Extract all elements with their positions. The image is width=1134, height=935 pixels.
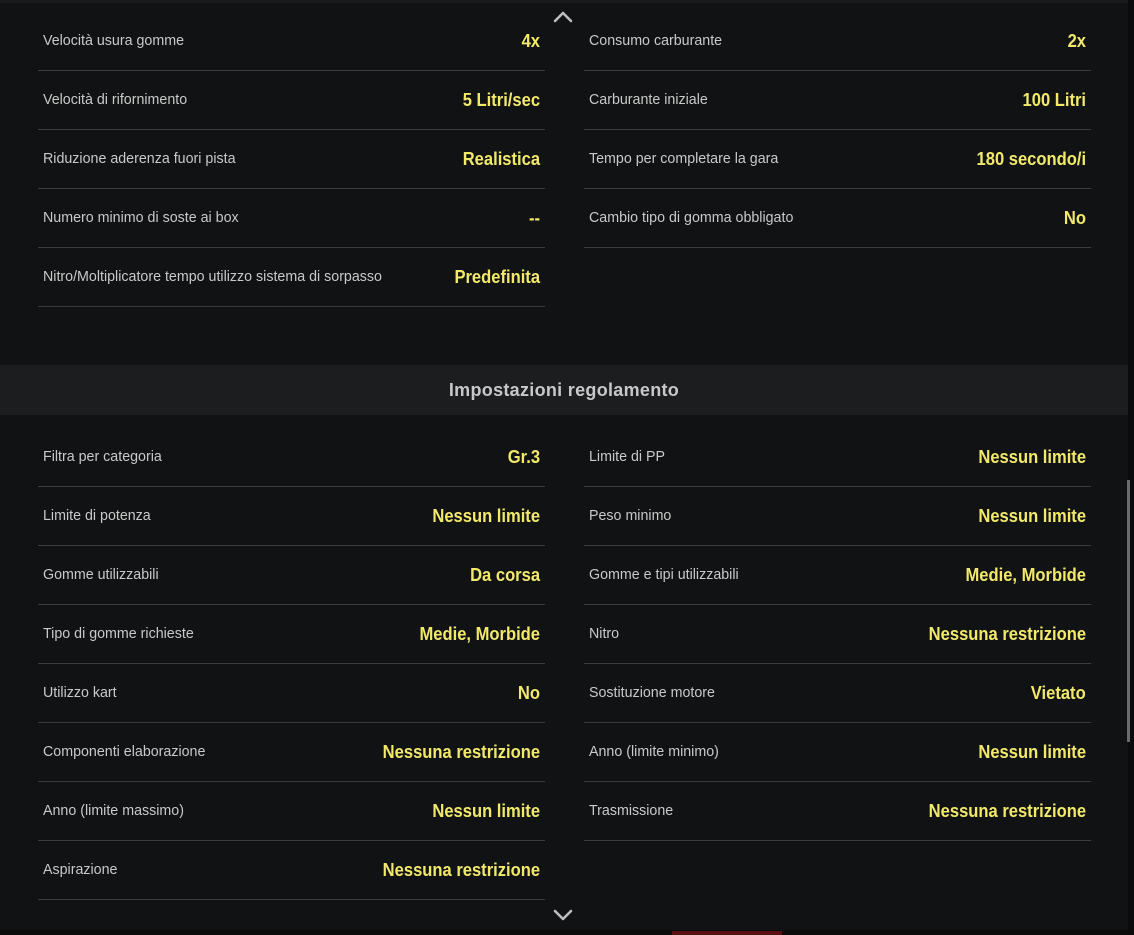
setting-value: Nessuna restrizione xyxy=(928,801,1086,821)
setting-label: Riduzione aderenza fuori pista xyxy=(43,150,236,167)
setting-label: Carburante iniziale xyxy=(589,91,708,108)
setting-value: Nessun limite xyxy=(978,742,1086,762)
setting-row: Tipo di gomme richieste Medie, Morbide xyxy=(38,605,545,664)
setting-row: Filtra per categoria Gr.3 xyxy=(38,428,545,487)
setting-label: Componenti elaborazione xyxy=(43,743,206,760)
setting-row: Limite di potenza Nessun limite xyxy=(38,487,545,546)
setting-label: Gomme e tipi utilizzabili xyxy=(589,566,739,583)
setting-label: Filtra per categoria xyxy=(43,448,162,465)
setting-value: 180 secondo/i xyxy=(976,149,1086,169)
setting-row: Trasmissione Nessuna restrizione xyxy=(584,782,1091,841)
setting-row: Velocità di rifornimento 5 Litri/sec xyxy=(38,71,545,130)
setting-label: Tempo per completare la gara xyxy=(589,150,779,167)
setting-value: Nessun limite xyxy=(432,506,540,526)
setting-value: 100 Litri xyxy=(1022,90,1086,110)
setting-row: Componenti elaborazione Nessuna restrizi… xyxy=(38,723,545,782)
scrollbar[interactable] xyxy=(1127,480,1130,742)
setting-row: Tempo per completare la gara 180 secondo… xyxy=(584,130,1091,189)
setting-value: Vietato xyxy=(1031,683,1086,703)
setting-value: Nessun limite xyxy=(978,447,1086,467)
setting-row: Carburante iniziale 100 Litri xyxy=(584,71,1091,130)
setting-row: Nitro Nessuna restrizione xyxy=(584,605,1091,664)
setting-value: Nessuna restrizione xyxy=(382,860,540,880)
setting-row: Gomme e tipi utilizzabili Medie, Morbide xyxy=(584,546,1091,605)
settings-panel: Velocità usura gomme 4x Velocità di rifo… xyxy=(0,0,1128,935)
setting-row: Anno (limite massimo) Nessun limite xyxy=(38,782,545,841)
chevron-down-icon[interactable] xyxy=(553,908,573,922)
setting-row: Velocità usura gomme 4x xyxy=(38,12,545,71)
setting-label: Gomme utilizzabili xyxy=(43,566,159,583)
setting-label: Aspirazione xyxy=(43,861,118,878)
setting-row: Cambio tipo di gomma obbligato No xyxy=(584,189,1091,248)
race-settings-right-column: Consumo carburante 2x Carburante inizial… xyxy=(584,12,1091,248)
setting-label: Cambio tipo di gomma obbligato xyxy=(589,209,794,226)
setting-label: Limite di PP xyxy=(589,448,666,465)
top-edge xyxy=(0,0,1128,3)
setting-value: Nessuna restrizione xyxy=(928,624,1086,644)
regulations-right-column: Limite di PP Nessun limite Peso minimo N… xyxy=(584,428,1091,841)
setting-label: Velocità di rifornimento xyxy=(43,91,188,108)
setting-value: Nessun limite xyxy=(432,801,540,821)
regulations-left-column: Filtra per categoria Gr.3 Limite di pote… xyxy=(38,428,545,900)
setting-row: Numero minimo di soste ai box -- xyxy=(38,189,545,248)
setting-value: Da corsa xyxy=(470,565,540,585)
section-header: Impostazioni regolamento xyxy=(0,365,1128,415)
setting-label: Utilizzo kart xyxy=(43,684,117,701)
setting-row: Riduzione aderenza fuori pista Realistic… xyxy=(38,130,545,189)
setting-label: Nitro xyxy=(589,625,620,642)
setting-value: Gr.3 xyxy=(507,447,540,467)
setting-value: 4x xyxy=(521,31,540,51)
setting-label: Consumo carburante xyxy=(589,32,723,49)
setting-row: Utilizzo kart No xyxy=(38,664,545,723)
setting-row: Anno (limite minimo) Nessun limite xyxy=(584,723,1091,782)
setting-value: Medie, Morbide xyxy=(419,624,540,644)
race-settings-left-column: Velocità usura gomme 4x Velocità di rifo… xyxy=(38,12,545,307)
setting-label: Velocità usura gomme xyxy=(43,32,185,49)
bottom-accent xyxy=(672,931,782,935)
setting-label: Sostituzione motore xyxy=(589,684,715,701)
setting-row: Limite di PP Nessun limite xyxy=(584,428,1091,487)
setting-row: Aspirazione Nessuna restrizione xyxy=(38,841,545,900)
setting-row: Consumo carburante 2x xyxy=(584,12,1091,71)
setting-row: Peso minimo Nessun limite xyxy=(584,487,1091,546)
bottom-edge xyxy=(0,930,1134,935)
setting-value: Nessuna restrizione xyxy=(382,742,540,762)
setting-row: Gomme utilizzabili Da corsa xyxy=(38,546,545,605)
setting-value: 2x xyxy=(1067,31,1086,51)
setting-value: Nessun limite xyxy=(978,506,1086,526)
setting-label: Numero minimo di soste ai box xyxy=(43,209,239,226)
setting-value: No xyxy=(1063,208,1086,228)
setting-label: Limite di potenza xyxy=(43,507,151,524)
chevron-up-icon[interactable] xyxy=(553,10,573,24)
setting-value: 5 Litri/sec xyxy=(462,90,540,110)
setting-row: Nitro/Moltiplicatore tempo utilizzo sist… xyxy=(38,248,545,307)
setting-value: No xyxy=(517,683,540,703)
setting-label: Tipo di gomme richieste xyxy=(43,625,194,642)
setting-label: Peso minimo xyxy=(589,507,672,524)
section-title: Impostazioni regolamento xyxy=(448,380,680,400)
setting-row: Sostituzione motore Vietato xyxy=(584,664,1091,723)
setting-label: Anno (limite minimo) xyxy=(589,743,719,760)
setting-value: -- xyxy=(528,208,540,228)
setting-value: Realistica xyxy=(462,149,540,169)
setting-label: Anno (limite massimo) xyxy=(43,802,184,819)
setting-value: Medie, Morbide xyxy=(965,565,1086,585)
setting-label: Nitro/Moltiplicatore tempo utilizzo sist… xyxy=(43,268,382,285)
setting-value: Predefinita xyxy=(454,267,540,287)
setting-label: Trasmissione xyxy=(589,802,674,819)
